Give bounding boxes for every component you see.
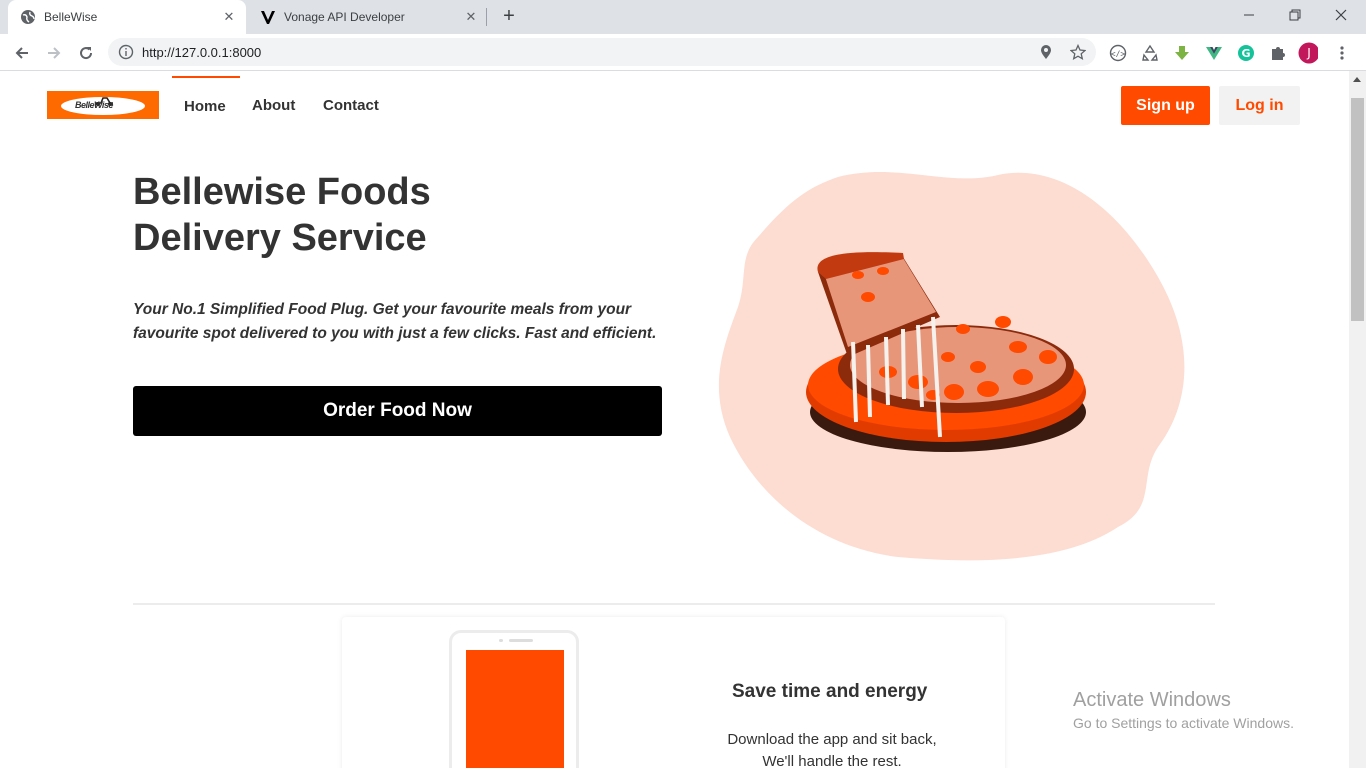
section-divider bbox=[133, 603, 1215, 605]
scroll-up-icon[interactable] bbox=[1353, 77, 1361, 82]
web-page: BelleWise Home About Contact Sign up Log… bbox=[0, 71, 1349, 768]
tab-bellewise[interactable]: BelleWise ✕ bbox=[8, 0, 246, 34]
extensions-puzzle-icon[interactable] bbox=[1268, 43, 1288, 63]
watermark-title: Activate Windows bbox=[1073, 689, 1231, 711]
phone-camera bbox=[499, 639, 503, 642]
restore-icon[interactable] bbox=[1272, 0, 1318, 30]
hero-title-line1: Bellewise Foods bbox=[133, 171, 431, 213]
site-logo[interactable]: BelleWise bbox=[47, 91, 159, 119]
vue-devtools-icon[interactable] bbox=[1204, 43, 1224, 63]
url-text: http://127.0.0.1:8000 bbox=[142, 45, 262, 60]
scrollbar-thumb[interactable] bbox=[1351, 98, 1364, 321]
logo-text: BelleWise bbox=[75, 100, 113, 110]
feature-title: Save time and energy bbox=[732, 681, 928, 702]
feature-text-line1: Download the app and sit back, bbox=[727, 731, 937, 748]
tab-separator bbox=[486, 8, 487, 26]
close-tab-icon[interactable]: ✕ bbox=[462, 8, 480, 26]
watermark-subtitle: Go to Settings to activate Windows. bbox=[1073, 715, 1294, 731]
hero-title: Bellewise Foods Delivery Service bbox=[133, 169, 553, 261]
order-food-button[interactable]: Order Food Now bbox=[133, 386, 662, 436]
new-tab-icon[interactable]: + bbox=[498, 6, 520, 28]
svg-text:G: G bbox=[1241, 47, 1250, 60]
location-pin-icon[interactable] bbox=[1038, 44, 1054, 60]
tab-vonage[interactable]: Vonage API Developer ✕ bbox=[248, 0, 488, 34]
info-icon[interactable] bbox=[118, 44, 134, 65]
minimize-icon[interactable] bbox=[1226, 0, 1272, 30]
phone-screen bbox=[466, 650, 564, 768]
svg-text:</>: </> bbox=[1111, 50, 1126, 59]
feature-text: Download the app and sit back, We'll han… bbox=[682, 729, 982, 768]
page-scrollbar[interactable] bbox=[1349, 71, 1366, 768]
nav-home[interactable]: Home bbox=[184, 98, 226, 115]
globe-icon bbox=[20, 9, 36, 25]
reload-icon[interactable] bbox=[73, 40, 99, 66]
profile-avatar[interactable]: J bbox=[1298, 42, 1318, 64]
back-icon[interactable] bbox=[9, 40, 35, 66]
recycle-extension-icon[interactable] bbox=[1140, 43, 1160, 63]
phone-speaker bbox=[509, 639, 533, 642]
profile-initial: J bbox=[1306, 46, 1311, 60]
browser-tab-bar: BelleWise ✕ Vonage API Developer ✕ + bbox=[0, 0, 1366, 34]
browser-toolbar: http://127.0.0.1:8000 </> G J bbox=[0, 34, 1366, 71]
forward-icon[interactable] bbox=[41, 40, 67, 66]
close-tab-icon[interactable]: ✕ bbox=[220, 8, 238, 26]
hero-title-line2: Delivery Service bbox=[133, 217, 427, 259]
vonage-icon bbox=[260, 9, 276, 25]
download-extension-icon[interactable] bbox=[1172, 43, 1192, 63]
feature-text-line2: We'll handle the rest. bbox=[762, 753, 902, 768]
login-button[interactable]: Log in bbox=[1219, 86, 1300, 125]
bookmark-star-icon[interactable] bbox=[1069, 43, 1087, 61]
nav-active-indicator bbox=[172, 76, 240, 78]
tab-title: BelleWise bbox=[44, 10, 98, 24]
hero-subtitle: Your No.1 Simplified Food Plug. Get your… bbox=[133, 301, 657, 342]
feature-card: Save time and energy Download the app an… bbox=[342, 617, 1005, 768]
activate-windows-watermark: Activate Windows Go to Settings to activ… bbox=[1073, 689, 1294, 731]
menu-kebab-icon[interactable] bbox=[1332, 43, 1352, 63]
tab-title: Vonage API Developer bbox=[284, 10, 405, 24]
signup-button[interactable]: Sign up bbox=[1121, 86, 1210, 125]
pizza-illustration bbox=[718, 172, 1185, 561]
nav-contact[interactable]: Contact bbox=[323, 97, 379, 114]
nav-about[interactable]: About bbox=[252, 97, 295, 114]
phone-illustration bbox=[449, 630, 579, 768]
extension-code-icon[interactable]: </> bbox=[1108, 43, 1128, 63]
address-bar[interactable]: http://127.0.0.1:8000 bbox=[108, 38, 1096, 66]
grammarly-icon[interactable]: G bbox=[1236, 43, 1256, 63]
close-window-icon[interactable] bbox=[1318, 0, 1364, 30]
